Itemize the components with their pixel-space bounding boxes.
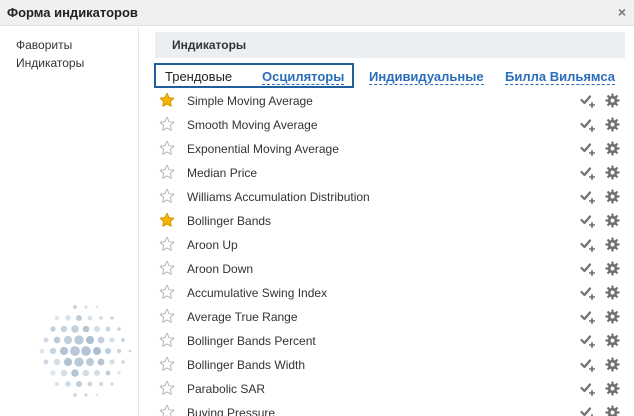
- indicator-name[interactable]: Buying Pressure: [187, 406, 275, 416]
- indicator-row: Average True Range: [155, 305, 625, 329]
- gear-icon[interactable]: [605, 237, 620, 252]
- indicator-name[interactable]: Bollinger Bands: [187, 214, 271, 228]
- add-indicator-icon[interactable]: [580, 117, 596, 133]
- star-icon[interactable]: [159, 116, 175, 132]
- sidebar-item-indicators[interactable]: Индикаторы: [16, 56, 84, 70]
- section-header: Индикаторы: [155, 32, 625, 58]
- indicator-row: Aroon Down: [155, 257, 625, 281]
- indicator-row: Buying Pressure: [155, 401, 625, 416]
- indicator-list: Simple Moving Average Smooth Moving Avera…: [155, 89, 625, 416]
- add-indicator-icon[interactable]: [580, 141, 596, 157]
- indicator-row: Parabolic SAR: [155, 377, 625, 401]
- add-indicator-icon[interactable]: [580, 237, 596, 253]
- add-indicator-icon[interactable]: [580, 165, 596, 181]
- gear-icon[interactable]: [605, 381, 620, 396]
- tab-bill-williams[interactable]: Билла Вильямса: [505, 69, 615, 85]
- star-icon[interactable]: [159, 284, 175, 300]
- indicator-name[interactable]: Average True Range: [187, 310, 298, 324]
- gear-icon[interactable]: [605, 141, 620, 156]
- gear-icon[interactable]: [605, 405, 620, 416]
- star-icon[interactable]: [159, 308, 175, 324]
- indicator-name[interactable]: Aroon Down: [187, 262, 253, 276]
- indicator-row: Aroon Up: [155, 233, 625, 257]
- add-indicator-icon[interactable]: [580, 261, 596, 277]
- indicator-name[interactable]: Parabolic SAR: [187, 382, 265, 396]
- star-icon[interactable]: [159, 188, 175, 204]
- gear-icon[interactable]: [605, 93, 620, 108]
- gear-icon[interactable]: [605, 213, 620, 228]
- indicator-row: Bollinger Bands Percent: [155, 329, 625, 353]
- add-indicator-icon[interactable]: [580, 357, 596, 373]
- add-indicator-icon[interactable]: [580, 381, 596, 397]
- add-indicator-icon[interactable]: [580, 309, 596, 325]
- indicator-row: Exponential Moving Average: [155, 137, 625, 161]
- gear-icon[interactable]: [605, 285, 620, 300]
- star-icon[interactable]: [159, 380, 175, 396]
- sidebar-item-favorites[interactable]: Фавориты: [16, 38, 72, 52]
- indicator-name[interactable]: Williams Accumulation Distribution: [187, 190, 370, 204]
- star-icon[interactable]: [159, 404, 175, 416]
- indicator-name[interactable]: Median Price: [187, 166, 257, 180]
- star-icon[interactable]: [159, 92, 175, 108]
- window-title: Форма индикаторов: [7, 5, 138, 20]
- indicator-row: Simple Moving Average: [155, 89, 625, 113]
- add-indicator-icon[interactable]: [580, 93, 596, 109]
- gear-icon[interactable]: [605, 189, 620, 204]
- add-indicator-icon[interactable]: [580, 333, 596, 349]
- gear-icon[interactable]: [605, 117, 620, 132]
- star-icon[interactable]: [159, 236, 175, 252]
- indicator-row: Accumulative Swing Index: [155, 281, 625, 305]
- indicator-name[interactable]: Bollinger Bands Width: [187, 358, 305, 372]
- gear-icon[interactable]: [605, 165, 620, 180]
- add-indicator-icon[interactable]: [580, 213, 596, 229]
- star-icon[interactable]: [159, 332, 175, 348]
- tab-individual[interactable]: Индивидуальные: [369, 69, 484, 85]
- star-icon[interactable]: [159, 140, 175, 156]
- add-indicator-icon[interactable]: [580, 405, 596, 416]
- indicator-row: Williams Accumulation Distribution: [155, 185, 625, 209]
- indicator-name[interactable]: Smooth Moving Average: [187, 118, 318, 132]
- section-title: Индикаторы: [172, 38, 247, 52]
- dotted-sphere-logo: [39, 304, 132, 398]
- gear-icon[interactable]: [605, 357, 620, 372]
- gear-icon[interactable]: [605, 309, 620, 324]
- indicator-name[interactable]: Exponential Moving Average: [187, 142, 339, 156]
- window-titlebar: Форма индикаторов ×: [0, 0, 634, 26]
- star-icon[interactable]: [159, 164, 175, 180]
- close-icon[interactable]: ×: [618, 4, 626, 20]
- star-icon[interactable]: [159, 260, 175, 276]
- indicator-name[interactable]: Accumulative Swing Index: [187, 286, 327, 300]
- indicator-row: Bollinger Bands: [155, 209, 625, 233]
- indicator-name[interactable]: Aroon Up: [187, 238, 238, 252]
- tab-oscillators[interactable]: Осциляторы: [262, 69, 345, 85]
- indicator-row: Bollinger Bands Width: [155, 353, 625, 377]
- indicator-row: Smooth Moving Average: [155, 113, 625, 137]
- gear-icon[interactable]: [605, 261, 620, 276]
- indicator-name[interactable]: Bollinger Bands Percent: [187, 334, 316, 348]
- star-icon[interactable]: [159, 356, 175, 372]
- star-icon[interactable]: [159, 212, 175, 228]
- tab-trend[interactable]: Трендовые: [165, 69, 232, 84]
- indicator-name[interactable]: Simple Moving Average: [187, 94, 313, 108]
- add-indicator-icon[interactable]: [580, 285, 596, 301]
- indicator-row: Median Price: [155, 161, 625, 185]
- gear-icon[interactable]: [605, 333, 620, 348]
- add-indicator-icon[interactable]: [580, 189, 596, 205]
